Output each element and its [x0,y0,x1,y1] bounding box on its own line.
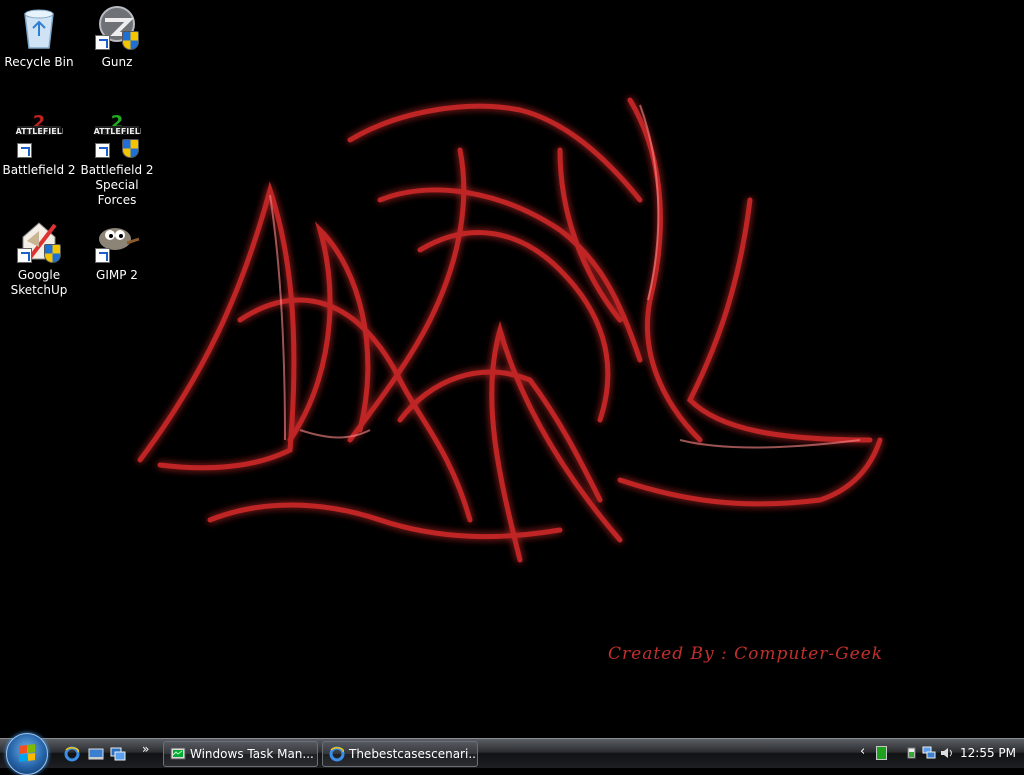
network-icon[interactable] [922,746,936,760]
desktop-icon-gimp-2[interactable]: GIMP 2 [78,217,156,283]
icon-label: Gunz [101,55,133,69]
desktop-icon-battlefield-2-special-forces[interactable]: 2 BATTLEFIELD Battlefield 2 Special Forc… [78,112,156,208]
clock[interactable]: 12:55 PM [960,746,1016,760]
battlefield-icon: 2 BATTLEFIELD [10,112,69,160]
gimp-icon [93,217,141,265]
svg-text:BATTLEFIELD: BATTLEFIELD [15,127,63,136]
shortcut-arrow-icon [95,248,110,263]
desktop-icon-gunz[interactable]: Gunz [78,4,156,70]
battlefield-sf-icon: 2 BATTLEFIELD [88,112,147,160]
shortcut-arrow-icon [95,35,110,50]
task-label: Thebestcasescenari... [349,747,478,761]
desktop-icon-google-sketchup[interactable]: Google SketchUp [0,217,78,298]
volume-icon[interactable] [940,746,954,760]
desktop-icon-battlefield-2[interactable]: 2 BATTLEFIELD Battlefield 2 [0,112,78,178]
task-label: Windows Task Man... [190,747,314,761]
wallpaper-signature: Created By : Computer-Geek [608,644,884,664]
wallpaper-red-flames [137,97,883,563]
desktop: Created By : Computer-Geek Recycle Bin G… [0,0,1024,738]
internet-explorer-icon [329,746,345,762]
windows-logo-icon [19,744,35,762]
icon-label: GIMP 2 [96,268,138,282]
desktop-icon-recycle-bin[interactable]: Recycle Bin [0,4,78,70]
task-manager-icon [170,747,186,760]
shortcut-arrow-icon [17,248,32,263]
gunz-icon [93,4,141,52]
recycle-bin-icon [15,4,63,52]
switch-windows-icon[interactable] [110,746,126,762]
shortcut-arrow-icon [17,143,32,158]
icon-label: Recycle Bin [4,55,74,69]
icon-label: Battlefield 2 Special Forces [80,163,154,207]
taskbar: » Windows Task Man... Thebestcasescenari… [0,733,1024,775]
uac-shield-icon [44,244,61,263]
system-tray: ‹ 12:55 PM [856,739,1024,769]
svg-text:BATTLEFIELD: BATTLEFIELD [93,127,141,136]
uac-shield-icon [122,139,139,158]
internet-explorer-icon[interactable] [64,746,80,762]
icon-label: Battlefield 2 [2,163,76,177]
icon-label: Google SketchUp [10,268,68,297]
taskbar-button-internet-explorer[interactable]: Thebestcasescenari... [322,741,478,767]
quick-launch-more-button[interactable]: » [142,742,149,756]
show-hidden-icons-button[interactable]: ‹ [860,744,865,759]
uac-shield-icon [122,31,139,50]
sketchup-icon [15,217,63,265]
show-desktop-icon[interactable] [88,746,104,762]
shortcut-arrow-icon [95,143,110,158]
power-icon[interactable] [905,746,919,760]
taskbar-button-task-manager[interactable]: Windows Task Man... [163,741,318,767]
start-button[interactable] [6,733,48,775]
activity-indicator-icon[interactable] [876,746,887,760]
